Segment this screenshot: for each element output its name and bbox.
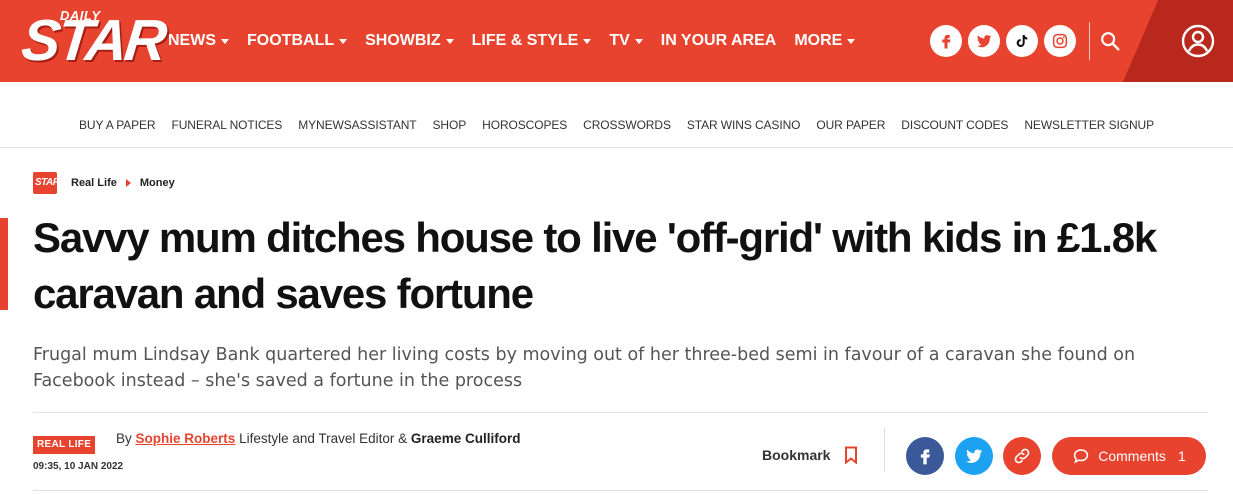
subnav-horoscopes[interactable]: HOROSCOPES [482, 118, 567, 140]
account-wedge [1123, 0, 1233, 82]
chevron-down-icon [221, 38, 229, 44]
share-link-button[interactable] [1003, 437, 1041, 475]
author-role: Lifestyle and Travel Editor & [239, 431, 408, 446]
chevron-down-icon [634, 38, 643, 44]
search-icon[interactable] [1099, 30, 1121, 52]
publish-date: 09:35, 10 JAN 2022 [33, 461, 124, 472]
chevron-down-icon [847, 38, 856, 44]
instagram-icon[interactable] [1044, 25, 1076, 57]
subnav-newsletter-signup[interactable]: NEWSLETTER SIGNUP [1024, 118, 1154, 140]
subnav-divider [0, 147, 1233, 148]
byline-divider-top [33, 412, 1208, 413]
daily-star-mini-logo[interactable]: STAR [33, 172, 60, 194]
nav-item-tv[interactable]: TV [609, 32, 643, 50]
subnav-star-wins-casino[interactable]: STAR WINS CASINO [687, 118, 801, 140]
account-icon[interactable] [1181, 24, 1215, 58]
breadcrumb: STAR Real Life Money [33, 172, 175, 194]
daily-star-logo[interactable]: STAR DAILY [19, 6, 167, 76]
nav-label: LIFE & STYLE [471, 32, 579, 49]
share-twitter-button[interactable] [955, 437, 993, 475]
byline-divider-bottom [33, 490, 1208, 491]
chevron-down-icon [583, 38, 592, 44]
author-graeme-culliford: Graeme Culliford [410, 431, 521, 446]
breadcrumb-arrow-icon [125, 179, 131, 187]
twitter-icon [966, 449, 983, 463]
bookmark-button[interactable]: Bookmark [762, 446, 858, 464]
byline-by: By [116, 431, 132, 446]
social-links [930, 25, 1082, 57]
facebook-icon [920, 449, 930, 465]
author-link-sophie-roberts[interactable]: Sophie Roberts [136, 431, 236, 446]
nav-label: TV [609, 32, 630, 49]
actions-divider [884, 428, 885, 472]
nav-item-in-your-area[interactable]: IN YOUR AREA [661, 32, 777, 50]
headline-accent-bar [0, 218, 8, 310]
nav-label: FOOTBALL [247, 32, 335, 49]
article-standfirst: Frugal mum Lindsay Bank quartered her li… [33, 345, 1136, 391]
chevron-down-icon [445, 38, 454, 44]
nav-label: SHOWBIZ [365, 32, 441, 49]
nav-label: IN YOUR AREA [660, 32, 777, 49]
nav-item-football[interactable]: FOOTBALL [247, 32, 348, 50]
nav-item-showbiz[interactable]: SHOWBIZ [365, 32, 454, 50]
subnav-crosswords[interactable]: CROSSWORDS [583, 118, 671, 140]
section-tag[interactable]: REAL LIFE [33, 436, 96, 454]
comment-bubble-icon [1074, 449, 1089, 464]
logo-daily-text: DAILY [60, 8, 101, 23]
byline: By Sophie Roberts Lifestyle and Travel E… [116, 431, 520, 446]
twitter-icon[interactable] [968, 25, 1000, 57]
chevron-down-icon [339, 38, 348, 44]
mini-logo-text: STAR [35, 177, 60, 188]
top-nav-bar: STAR DAILY NEWS FOOTBALL SHOWBIZ LIFE & … [0, 0, 1233, 82]
secondary-nav: BUY A PAPER FUNERAL NOTICES MYNEWSASSIST… [0, 118, 1233, 140]
nav-item-life-style[interactable]: LIFE & STYLE [472, 32, 592, 50]
subnav-funeral-notices[interactable]: FUNERAL NOTICES [171, 118, 282, 140]
nav-label: MORE [794, 32, 843, 49]
subnav-our-paper[interactable]: OUR PAPER [816, 118, 885, 140]
tiktok-icon[interactable] [1006, 25, 1038, 57]
nav-item-more[interactable]: MORE [794, 32, 856, 50]
bookmark-icon [845, 446, 858, 464]
share-facebook-button[interactable] [906, 437, 944, 475]
nav-divider [1089, 22, 1090, 60]
breadcrumb-real-life[interactable]: Real Life [71, 177, 117, 189]
subnav-mynewsassistant[interactable]: MYNEWSASSISTANT [298, 118, 416, 140]
link-icon [1014, 448, 1030, 464]
comments-label: Comments [1098, 448, 1166, 464]
subnav-buy-a-paper[interactable]: BUY A PAPER [79, 118, 156, 140]
nav-item-news[interactable]: NEWS [168, 32, 229, 50]
article-headline: Savvy mum ditches house to live 'off-gri… [33, 214, 1157, 317]
comments-count: 1 [1177, 448, 1186, 464]
bookmark-label: Bookmark [762, 447, 831, 463]
comments-button[interactable]: Comments 1 [1052, 437, 1206, 475]
subnav-shop[interactable]: SHOP [433, 118, 467, 140]
facebook-icon[interactable] [930, 25, 962, 57]
subnav-discount-codes[interactable]: DISCOUNT CODES [901, 118, 1008, 140]
main-nav: NEWS FOOTBALL SHOWBIZ LIFE & STYLE TV IN… [168, 0, 873, 82]
breadcrumb-money[interactable]: Money [140, 177, 175, 189]
nav-label: NEWS [168, 32, 216, 49]
